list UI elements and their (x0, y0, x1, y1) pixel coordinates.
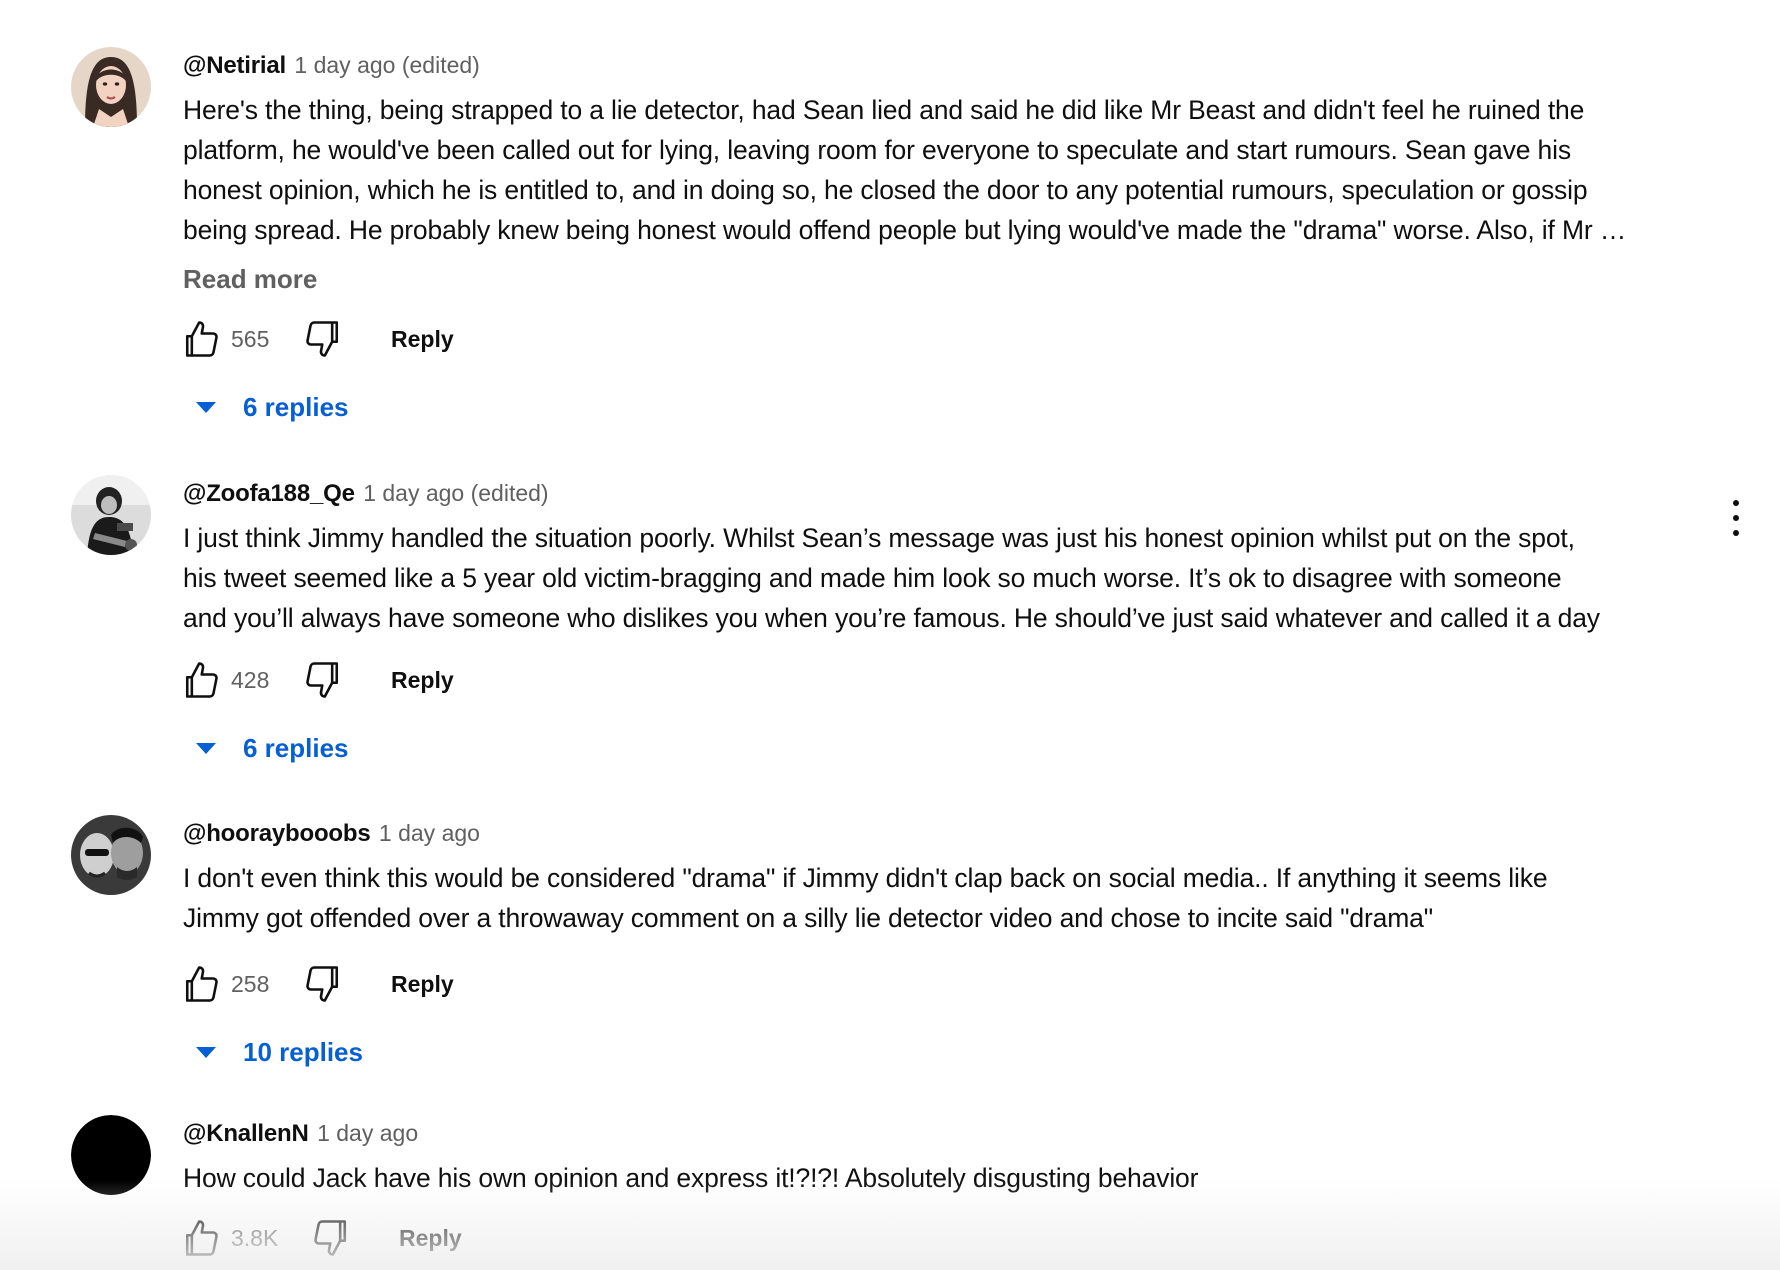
comment-text-line: and you’ll always have someone who disli… (183, 603, 1600, 633)
thumbs-down-icon[interactable] (301, 317, 345, 361)
replies-count-label: 10 replies (243, 1037, 363, 1067)
caret-down-icon (196, 402, 216, 413)
comment-actions: 428 Reply (183, 658, 1703, 708)
reply-button[interactable]: Reply (399, 1216, 462, 1260)
avatar[interactable] (71, 1115, 151, 1195)
comment-author[interactable]: @KnallenN (183, 1120, 309, 1147)
reply-button[interactable]: Reply (391, 962, 454, 1006)
thumbs-up-icon[interactable] (179, 1216, 223, 1260)
comment-text-line: I just think Jimmy handled the situation… (183, 523, 1575, 553)
comment-author[interactable]: @Netirial (183, 52, 286, 79)
comment-timestamp[interactable]: 1 day ago (edited) (294, 52, 479, 78)
reply-button[interactable]: Reply (391, 317, 454, 361)
comment-actions: 258 Reply (183, 962, 1703, 1012)
like-count: 565 (231, 326, 270, 352)
comment-text: Here's the thing, being strapped to a li… (183, 90, 1703, 250)
comment-text: How could Jack have his own opinion and … (183, 1158, 1703, 1198)
thumbs-up-icon[interactable] (179, 962, 223, 1006)
comment-text: I don't even think this would be conside… (183, 858, 1703, 938)
comment-text-line: I don't even think this would be conside… (183, 863, 1548, 893)
comment-text-line: platform, he would've been called out fo… (183, 135, 1571, 165)
comment-actions: 3.8K Reply (183, 1216, 1703, 1266)
reply-button[interactable]: Reply (391, 658, 454, 702)
comment-text-line: Jimmy got offended over a throwaway comm… (183, 903, 1434, 933)
comment-text-line: Here's the thing, being strapped to a li… (183, 95, 1585, 125)
comment-actions: 565 Reply (183, 317, 1703, 367)
comment-text-line: How could Jack have his own opinion and … (183, 1163, 1199, 1193)
comment-author[interactable]: @hooraybooobs (183, 820, 371, 847)
like-count: 3.8K (231, 1225, 279, 1251)
comments-section: @Netirial 1 day ago (edited) Here's the … (0, 0, 1780, 1270)
read-more-button[interactable]: Read more (183, 259, 317, 299)
avatar[interactable] (71, 47, 151, 127)
thumbs-down-icon[interactable] (309, 1216, 353, 1260)
comment-timestamp[interactable]: 1 day ago (379, 820, 480, 846)
thumbs-up-icon[interactable] (179, 658, 223, 702)
replies-count-label: 6 replies (243, 733, 349, 763)
avatar[interactable] (71, 815, 151, 895)
avatar[interactable] (71, 475, 151, 555)
caret-down-icon (196, 1047, 216, 1058)
thumbs-up-icon[interactable] (179, 317, 223, 361)
like-count: 428 (231, 667, 270, 693)
comment-text-line: being spread. He probably knew being hon… (183, 215, 1627, 245)
comment-text-line: his tweet seemed like a 5 year old victi… (183, 563, 1562, 593)
caret-down-icon (196, 743, 216, 754)
like-count: 258 (231, 971, 270, 997)
more-vert-icon[interactable] (1729, 498, 1743, 538)
view-replies-button[interactable]: 6 replies (183, 385, 1703, 435)
replies-count-label: 6 replies (243, 392, 349, 422)
comment-author[interactable]: @Zoofa188_Qe (183, 480, 355, 507)
view-replies-button[interactable]: 10 replies (183, 1030, 1703, 1080)
comment-text: I just think Jimmy handled the situation… (183, 518, 1703, 638)
view-replies-button[interactable]: 6 replies (183, 726, 1703, 776)
thumbs-down-icon[interactable] (301, 658, 345, 702)
thumbs-down-icon[interactable] (301, 962, 345, 1006)
comment-timestamp[interactable]: 1 day ago (317, 1120, 418, 1146)
comment-text-line: honest opinion, which he is entitled to,… (183, 175, 1588, 205)
comment-timestamp[interactable]: 1 day ago (edited) (363, 480, 548, 506)
